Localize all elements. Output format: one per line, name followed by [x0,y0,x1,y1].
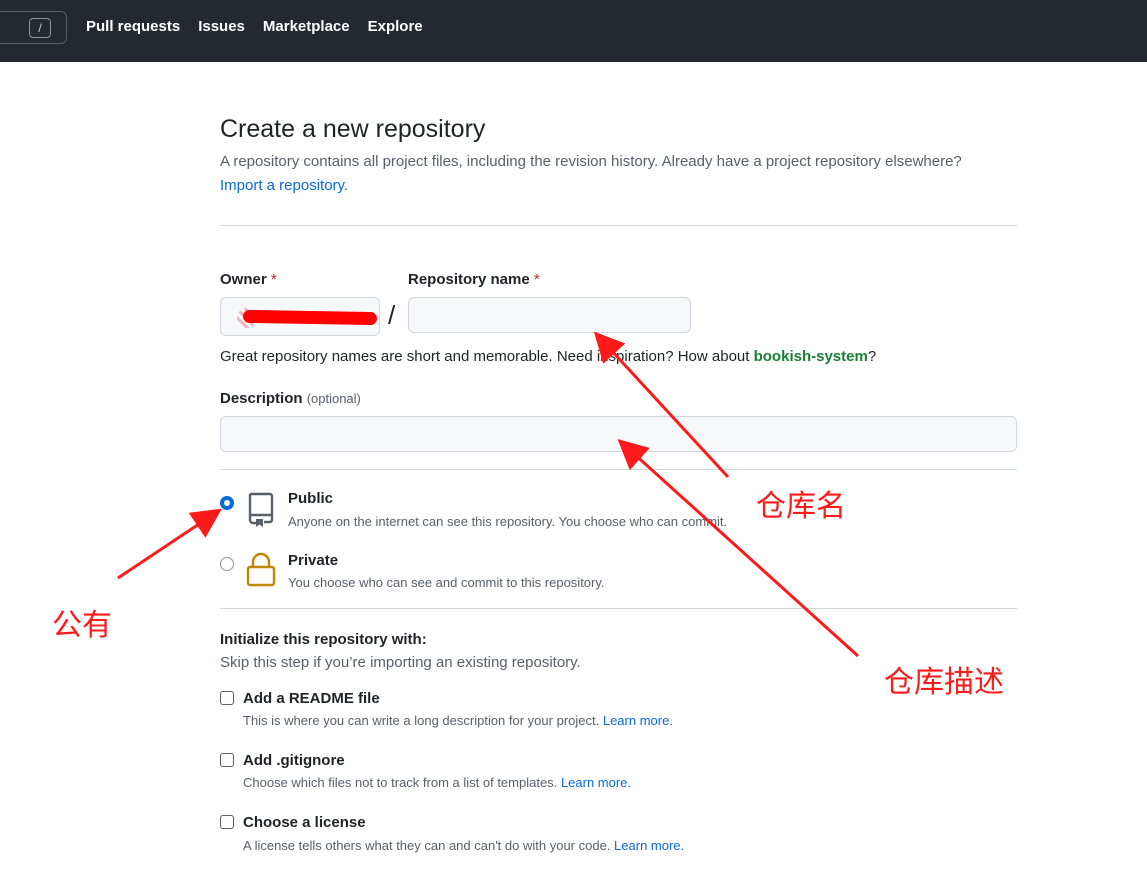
arrow-repo-name [593,331,730,479]
arrow-description [617,438,860,658]
annotation-public: 公有 [52,608,112,643]
annotation-arrows [117,331,860,658]
arrow-public [117,508,222,580]
annotation-description: 仓库描述 [884,665,1004,700]
annotation-repo-name: 仓库名 [756,489,846,524]
